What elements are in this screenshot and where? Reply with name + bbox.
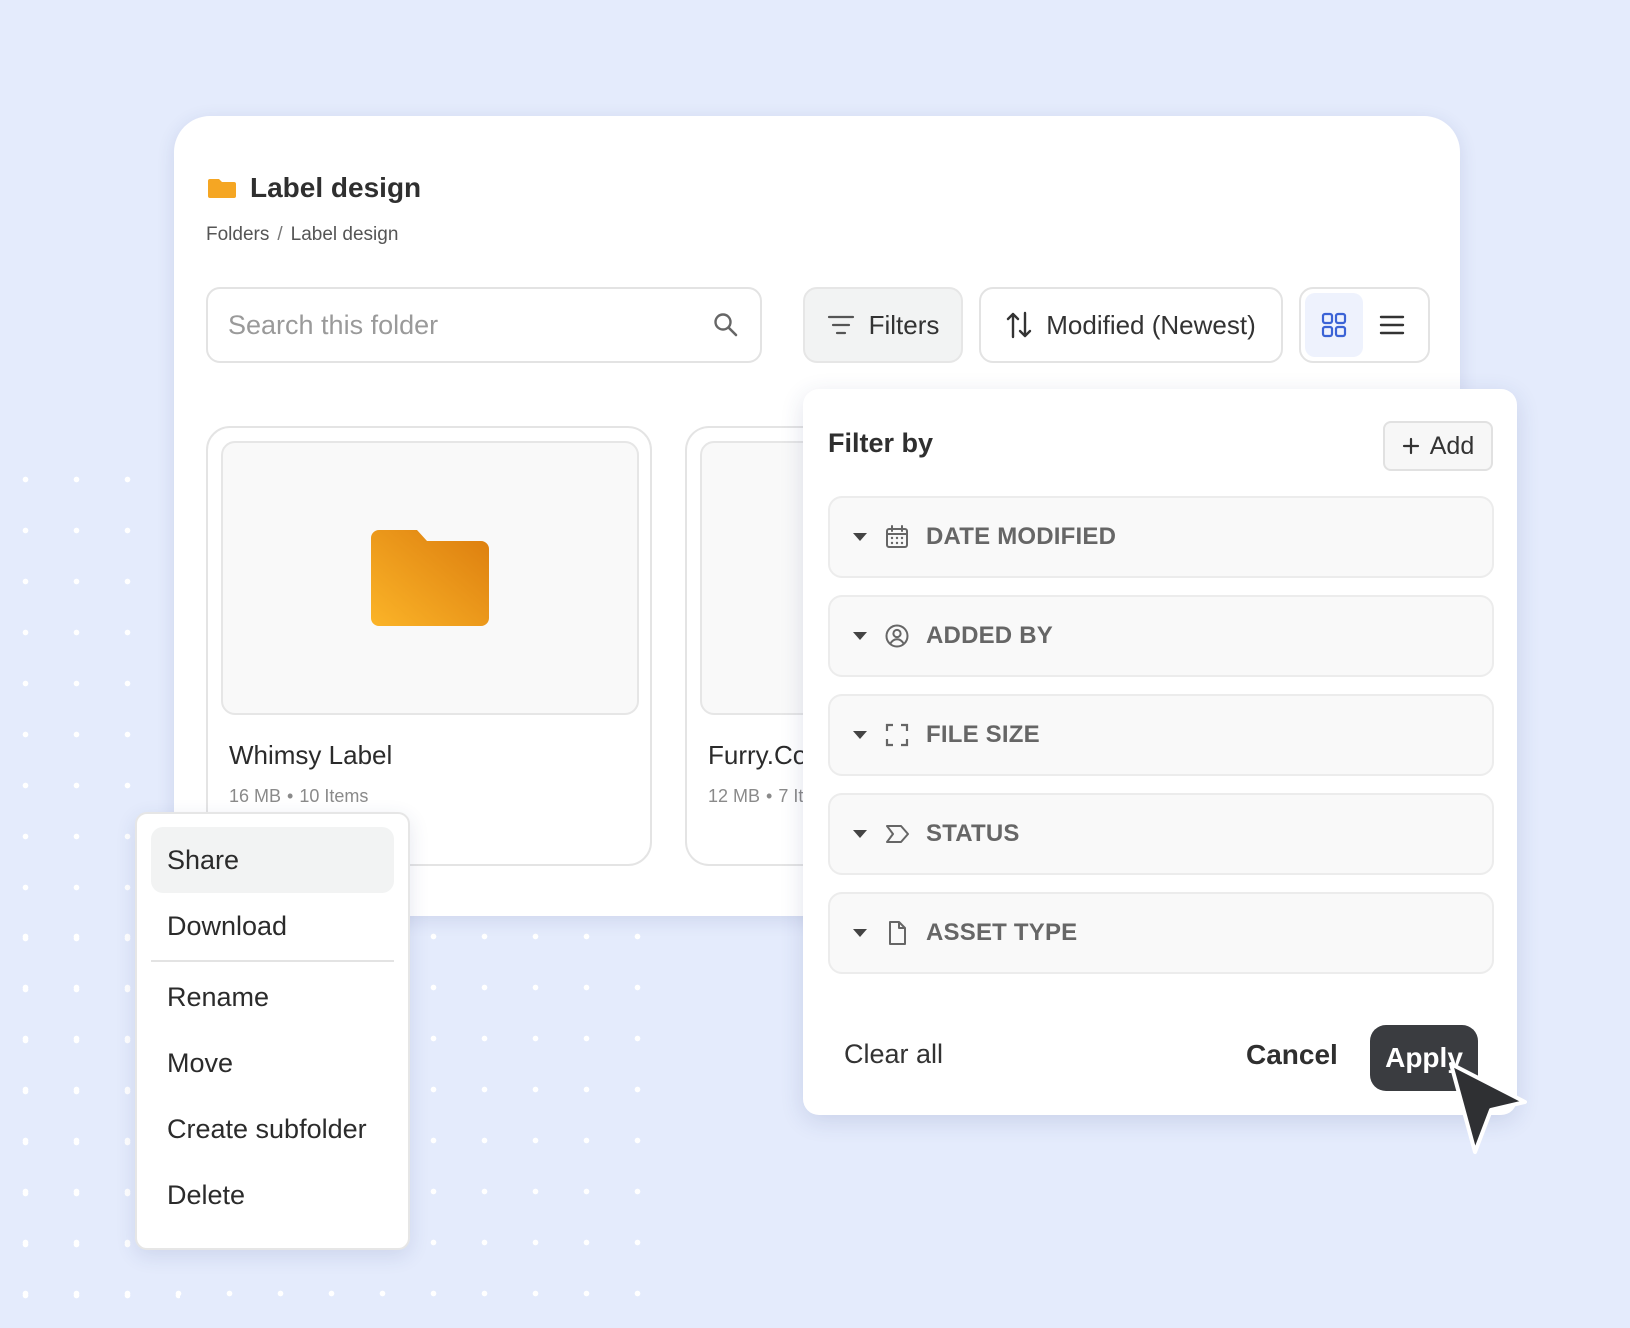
filter-status[interactable]: STATUS [828, 793, 1494, 875]
caret-down-icon [853, 632, 867, 640]
filter-label: FILE SIZE [926, 721, 1040, 748]
caret-down-icon [853, 830, 867, 838]
card-thumbnail [221, 441, 639, 715]
document-icon [889, 921, 906, 945]
view-toggle [1299, 287, 1430, 363]
list-view-button[interactable] [1363, 293, 1421, 357]
list-icon [1379, 315, 1405, 335]
card-items: 10 Items [299, 786, 369, 806]
add-filter-button[interactable]: Add [1383, 421, 1493, 471]
grid-icon [1321, 312, 1347, 338]
filter-file-size[interactable]: FILE SIZE [828, 694, 1494, 776]
folder-icon [371, 530, 489, 626]
menu-item-create-subfolder[interactable]: Create subfolder [151, 1096, 394, 1162]
search-input[interactable] [228, 309, 712, 341]
sort-label: Modified (Newest) [1046, 309, 1256, 340]
page-title: Label design [250, 172, 422, 203]
menu-item-move[interactable]: Move [151, 1030, 394, 1096]
breadcrumb-folders[interactable]: Folders [206, 224, 269, 246]
menu-item-rename[interactable]: Rename [151, 964, 394, 1030]
filter-label: ADDED BY [926, 622, 1053, 649]
grid-view-button[interactable] [1305, 293, 1363, 357]
menu-item-download[interactable]: Download [151, 893, 394, 959]
card-items: 7 It [778, 786, 804, 806]
card-meta: 12 MB • 7 It [708, 786, 804, 806]
tag-icon [886, 825, 909, 843]
cancel-button[interactable]: Cancel [1246, 1039, 1338, 1071]
filters-button[interactable]: Filters [803, 287, 963, 363]
card-name: Whimsy Label [229, 740, 393, 770]
context-menu: Share Download Rename Move Create subfol… [135, 812, 410, 1250]
sort-arrows-icon [1007, 311, 1032, 339]
menu-divider [151, 960, 394, 962]
caret-down-icon [853, 731, 867, 739]
calendar-icon [886, 525, 908, 548]
filter-date-modified[interactable]: DATE MODIFIED [828, 496, 1494, 578]
filter-asset-type[interactable]: ASSET TYPE [828, 892, 1494, 974]
breadcrumb-separator: / [277, 224, 283, 245]
menu-item-share[interactable]: Share [151, 827, 394, 893]
filter-lines-icon [827, 315, 854, 335]
card-size: 12 MB [708, 786, 761, 806]
user-circle-icon [885, 624, 909, 648]
sort-button[interactable]: Modified (Newest) [979, 287, 1283, 363]
caret-down-icon [853, 929, 867, 937]
search-box [206, 287, 762, 363]
filter-label: ASSET TYPE [926, 919, 1078, 946]
plus-icon [1402, 437, 1419, 455]
filters-label: Filters [868, 309, 940, 340]
mouse-cursor-icon [1449, 1062, 1527, 1154]
breadcrumb-current: Label design [290, 224, 399, 245]
menu-item-delete[interactable]: Delete [151, 1162, 394, 1228]
breadcrumb: Folders / Label design [206, 224, 398, 246]
expand-icon [885, 723, 909, 747]
add-filter-label: Add [1429, 431, 1475, 460]
folder-card[interactable]: Whimsy Label 16 MB • 10 Items [206, 426, 652, 866]
clear-all-button[interactable]: Clear all [844, 1039, 943, 1070]
card-size: 16 MB [229, 786, 282, 806]
filter-label: DATE MODIFIED [926, 523, 1117, 550]
folder-icon [208, 179, 236, 198]
filter-panel-title: Filter by [828, 428, 934, 458]
filter-label: STATUS [926, 820, 1020, 847]
filter-added-by[interactable]: ADDED BY [828, 595, 1494, 677]
title-row: Label design [208, 172, 421, 204]
card-meta: 16 MB • 10 Items [229, 786, 369, 806]
caret-down-icon [853, 533, 867, 541]
search-icon[interactable] [712, 311, 740, 339]
filter-panel: Filter by Add DATE MODIFIED ADDED BY FIL… [803, 389, 1517, 1115]
card-name: Furry.Co [708, 740, 808, 770]
